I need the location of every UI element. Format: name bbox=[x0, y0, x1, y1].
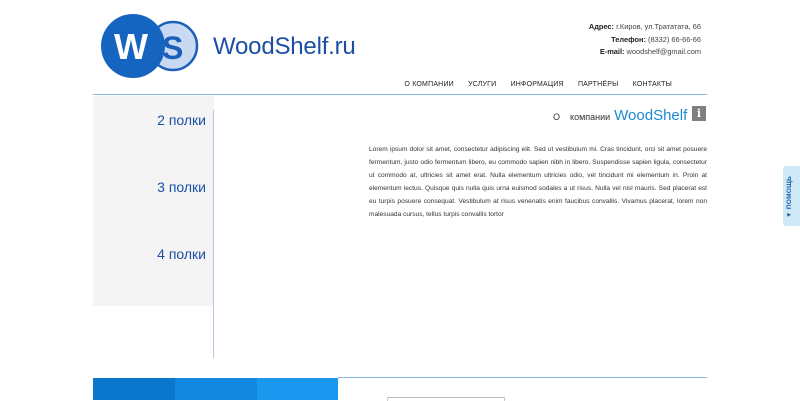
nav-item-partners[interactable]: ПАРТНЁРЫ bbox=[578, 81, 619, 88]
nav-item-contacts[interactable]: КОНТАКТЫ bbox=[633, 81, 672, 88]
phone-line: Телефон: (8332) 66-66-66 bbox=[611, 34, 701, 44]
footer-block-3[interactable] bbox=[257, 378, 338, 400]
footer-block-2[interactable] bbox=[175, 378, 257, 400]
help-tab[interactable]: ▼ ПОМОЩЬ bbox=[783, 166, 800, 226]
header-divider bbox=[93, 94, 707, 95]
info-icon[interactable]: i bbox=[692, 106, 706, 121]
footer-input[interactable] bbox=[387, 397, 505, 401]
contact-info: Адрес: г.Киров, ул.Тратататa, 66 Телефон… bbox=[589, 21, 701, 59]
about-text: Lorem ipsum dolor sit amet, consectetur … bbox=[369, 146, 707, 218]
sidebar-item-4-shelves[interactable]: 4 полки bbox=[157, 246, 206, 262]
footer-block-1[interactable] bbox=[93, 378, 175, 400]
address-line: Адрес: г.Киров, ул.Тратататa, 66 bbox=[588, 22, 701, 31]
nav-item-info[interactable]: ИНФОРМАЦИЯ bbox=[511, 81, 564, 88]
sidebar-divider bbox=[213, 110, 214, 358]
sidebar-item-2-shelves[interactable]: 2 полки bbox=[157, 112, 206, 128]
about-heading: О компании WoodShelf bbox=[553, 107, 688, 124]
svg-text:W: W bbox=[114, 26, 148, 67]
help-label: ▼ ПОМОЩЬ bbox=[786, 175, 793, 218]
svg-text:S: S bbox=[162, 30, 183, 66]
nav-item-company[interactable]: О КОМПАНИИ bbox=[404, 81, 453, 88]
footer-divider bbox=[338, 377, 707, 378]
nav-item-services[interactable]: УСЛУГИ bbox=[468, 81, 496, 88]
email-line: E-mail: woodshelf@gmail.com bbox=[599, 47, 701, 56]
site-name[interactable]: WoodShelf.ru bbox=[213, 33, 356, 61]
sidebar-item-3-shelves[interactable]: 3 полки bbox=[157, 179, 206, 195]
logo[interactable]: W S bbox=[100, 14, 200, 78]
main-nav: О КОМПАНИИ УСЛУГИ ИНФОРМАЦИЯ ПАРТНЁРЫ КО… bbox=[392, 81, 672, 88]
